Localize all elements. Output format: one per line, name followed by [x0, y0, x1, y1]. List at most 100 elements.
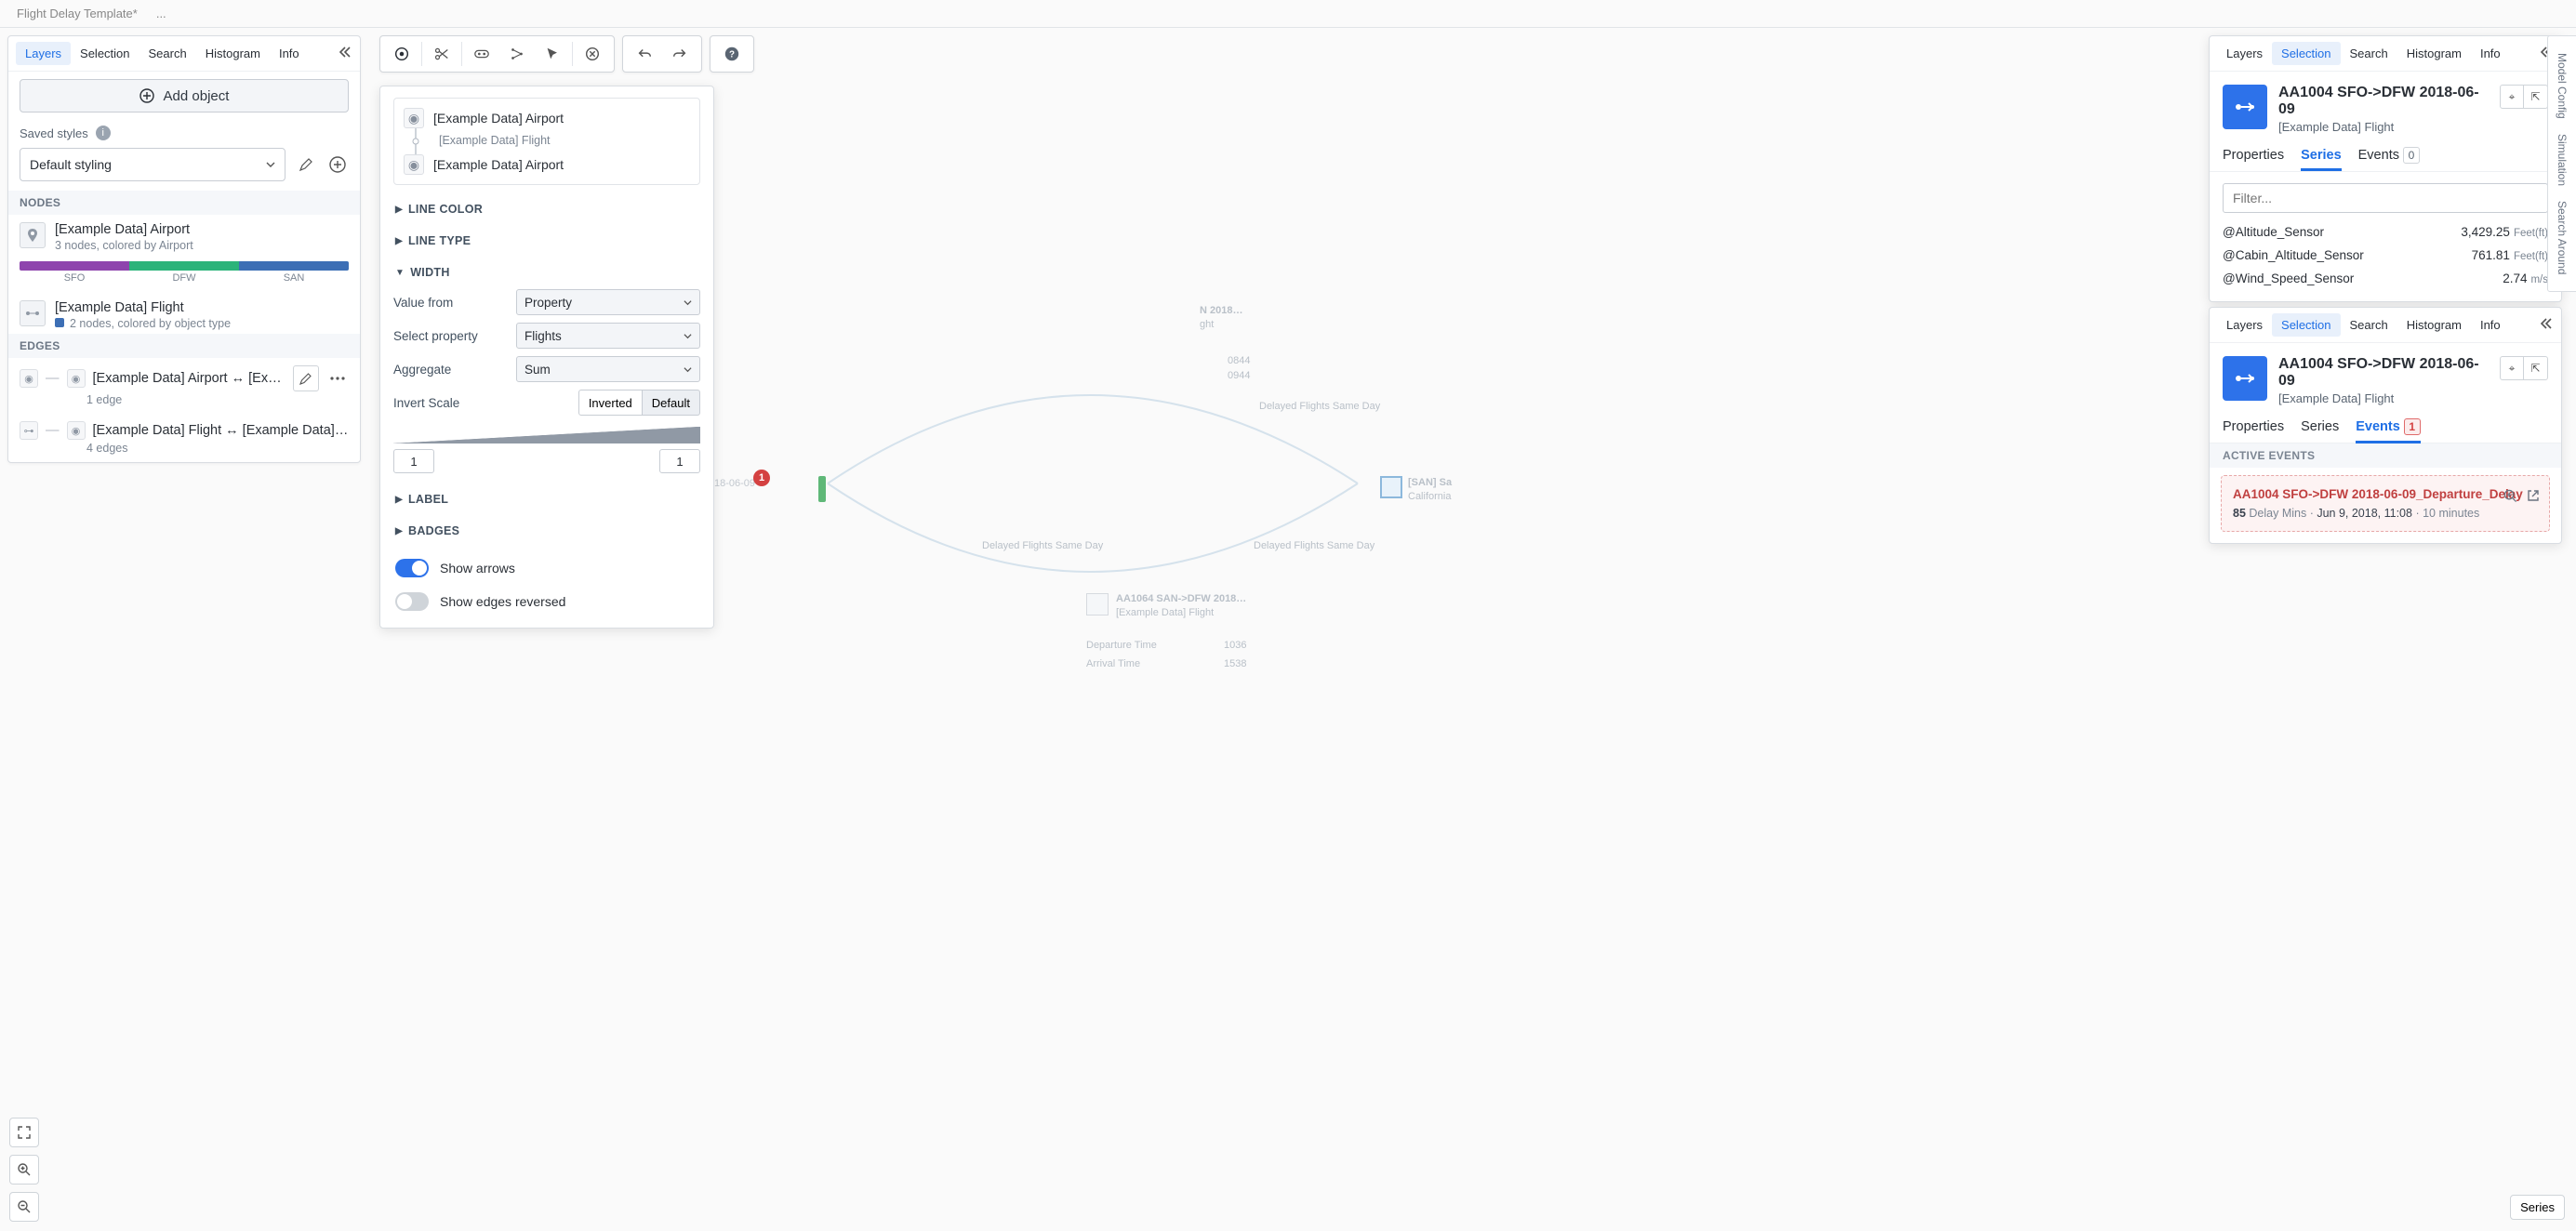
show-arrows-toggle[interactable] — [395, 559, 429, 577]
pin-icon — [20, 222, 46, 248]
fullscreen-icon[interactable] — [9, 1118, 39, 1147]
line-color-accordion[interactable]: ▶LINE COLOR — [393, 196, 700, 222]
open-external-icon[interactable]: ⇱ — [2524, 356, 2548, 380]
remove-icon[interactable] — [575, 37, 610, 71]
zoom-in-icon[interactable] — [9, 1155, 39, 1185]
value-from-dropdown[interactable]: Property — [516, 289, 700, 315]
tab-selection[interactable]: Selection — [2272, 42, 2340, 65]
edit-edge-icon[interactable] — [293, 365, 319, 391]
edges-header: EDGES — [8, 334, 360, 358]
pin-icon: ◉ — [67, 421, 86, 440]
cursor-icon[interactable] — [535, 37, 570, 71]
chevron-down-icon — [684, 365, 692, 374]
svg-text:?: ? — [729, 50, 735, 60]
active-events-header: ACTIVE EVENTS — [2210, 443, 2561, 468]
tab-layers[interactable]: Layers — [2217, 42, 2272, 65]
default-option[interactable]: Default — [643, 390, 700, 416]
tab-histogram[interactable]: Histogram — [196, 42, 270, 65]
inverted-option[interactable]: Inverted — [578, 390, 643, 416]
ghost-n2018: N 2018… — [1200, 305, 1242, 316]
style-dropdown[interactable]: Default styling — [20, 148, 285, 181]
aggregate-dropdown[interactable]: Sum — [516, 356, 700, 382]
tab-histogram[interactable]: Histogram — [2397, 313, 2471, 337]
collapse-left-icon[interactable] — [338, 45, 352, 62]
tab-selection[interactable]: Selection — [2272, 313, 2340, 337]
series-row[interactable]: @Altitude_Sensor 3,429.25 Feet(ft) — [2223, 220, 2548, 244]
locate-icon[interactable]: ⌖ — [2500, 85, 2524, 109]
edge-airport-airport[interactable]: ◉ — ◉ [Example Data] Airport ↔ [Exam… — [8, 358, 360, 393]
width-accordion[interactable]: ▼WIDTH — [393, 259, 700, 285]
tab-events[interactable]: Events1 — [2356, 418, 2421, 443]
tab-search[interactable]: Search — [139, 42, 196, 65]
pin-icon: ◉ — [20, 369, 38, 388]
nodes-header: NODES — [8, 191, 360, 215]
pin-icon: ◉ — [67, 369, 86, 388]
tab-search[interactable]: Search — [2341, 313, 2397, 337]
collapse-right-icon[interactable] — [2539, 316, 2554, 334]
edit-style-icon[interactable] — [295, 153, 317, 176]
selection-subtitle: [Example Data] Flight — [2278, 120, 2489, 134]
graph-node-date: 18-06-09 — [714, 478, 755, 489]
zoom-icon[interactable] — [2503, 489, 2517, 506]
show-edges-reversed-toggle[interactable] — [395, 592, 429, 611]
pin-icon: ◉ — [404, 108, 424, 128]
node-type-flight[interactable]: [Example Data] Flight 2 nodes, colored b… — [8, 293, 360, 334]
redo-icon[interactable] — [662, 37, 697, 71]
tab-layers[interactable]: Layers — [2217, 313, 2272, 337]
saved-styles-label: Saved styles — [20, 126, 88, 140]
more-tabs[interactable]: ... — [147, 3, 176, 24]
tab-properties[interactable]: Properties — [2223, 419, 2284, 442]
tab-series[interactable]: Series — [2301, 419, 2339, 442]
add-style-icon[interactable] — [326, 153, 349, 176]
rail-simulation[interactable]: Simulation — [2556, 126, 2569, 193]
event-count-badge: 1 — [753, 470, 770, 486]
left-panel-tabs: Layers Selection Search Histogram Info — [8, 36, 360, 72]
target-icon[interactable] — [384, 37, 419, 71]
line-type-accordion[interactable]: ▶LINE TYPE — [393, 228, 700, 254]
open-external-icon[interactable] — [2527, 489, 2540, 506]
label-accordion[interactable]: ▶LABEL — [393, 486, 700, 512]
expand-icon[interactable] — [499, 37, 535, 71]
invert-scale-toggle[interactable]: Inverted Default — [578, 390, 700, 416]
scissors-icon[interactable] — [424, 37, 459, 71]
help-icon[interactable]: ? — [714, 37, 750, 71]
width-scale-preview — [393, 427, 700, 443]
open-external-icon[interactable]: ⇱ — [2524, 85, 2548, 109]
edge-flight-airport[interactable]: ⊶ — ◉ [Example Data] Flight ↔ [Example D… — [8, 414, 360, 442]
rail-model-config[interactable]: Model Config — [2556, 46, 2569, 126]
color-legend — [20, 261, 349, 271]
series-button[interactable]: Series — [2510, 1195, 2565, 1220]
tab-selection[interactable]: Selection — [71, 42, 139, 65]
add-object-label: Add object — [164, 88, 230, 104]
locate-icon[interactable]: ⌖ — [2500, 356, 2524, 380]
info-icon[interactable]: i — [96, 126, 111, 140]
chevron-down-icon — [684, 298, 692, 307]
tab-info[interactable]: Info — [2471, 313, 2510, 337]
document-tab[interactable]: Flight Delay Template* — [7, 3, 147, 24]
undo-icon[interactable] — [627, 37, 662, 71]
width-min-input[interactable]: 1 — [393, 449, 434, 473]
select-property-dropdown[interactable]: Flights — [516, 323, 700, 349]
group-icon[interactable] — [464, 37, 499, 71]
tab-events[interactable]: Events0 — [2358, 147, 2420, 171]
tab-info[interactable]: Info — [2471, 42, 2510, 65]
aa1064-node — [1086, 593, 1109, 616]
more-icon[interactable] — [326, 367, 349, 390]
tab-layers[interactable]: Layers — [16, 42, 71, 65]
series-row[interactable]: @Cabin_Altitude_Sensor 761.81 Feet(ft) — [2223, 244, 2548, 267]
tab-series[interactable]: Series — [2301, 148, 2342, 170]
node-type-airport[interactable]: [Example Data] Airport 3 nodes, colored … — [8, 215, 360, 256]
badges-accordion[interactable]: ▶BADGES — [393, 518, 700, 544]
selection-panel-series: Layers Selection Search Histogram Info A… — [2209, 35, 2562, 302]
series-row[interactable]: @Wind_Speed_Sensor 2.74 m/s — [2223, 267, 2548, 290]
tab-histogram[interactable]: Histogram — [2397, 42, 2471, 65]
zoom-out-icon[interactable] — [9, 1192, 39, 1222]
tab-info[interactable]: Info — [270, 42, 309, 65]
add-object-button[interactable]: Add object — [20, 79, 349, 113]
tab-search[interactable]: Search — [2341, 42, 2397, 65]
rail-search-around[interactable]: Search Around — [2556, 193, 2569, 282]
width-max-input[interactable]: 1 — [659, 449, 700, 473]
filter-input[interactable] — [2223, 183, 2548, 213]
event-card[interactable]: AA1004 SFO->DFW 2018-06-09_Departure_Del… — [2221, 475, 2550, 532]
tab-properties[interactable]: Properties — [2223, 148, 2284, 170]
